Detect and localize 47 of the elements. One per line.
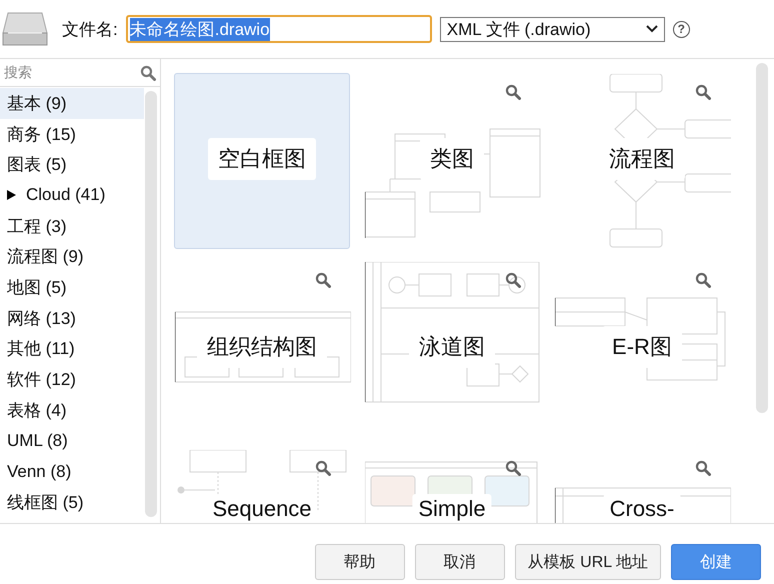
category-item[interactable]: 流程图 (9) bbox=[0, 241, 144, 272]
category-item[interactable]: Venn (8) bbox=[0, 456, 144, 487]
dialog-button[interactable]: 从模板 URL 地址 bbox=[514, 544, 661, 580]
template-tile[interactable]: 空白框图 bbox=[174, 73, 350, 249]
zoom-icon[interactable] bbox=[315, 460, 331, 476]
category-item[interactable]: 表格 (4) bbox=[0, 394, 144, 426]
template-tile[interactable]: 类图 bbox=[364, 73, 540, 249]
zoom-icon[interactable] bbox=[695, 272, 711, 288]
template-label: Simple bbox=[412, 494, 492, 522]
help-icon[interactable]: ? bbox=[672, 20, 690, 38]
template-tile[interactable]: 流程图 bbox=[554, 73, 730, 249]
format-dropdown[interactable]: XML 文件 (.drawio) bbox=[440, 16, 665, 42]
zoom-icon[interactable] bbox=[505, 272, 521, 288]
filename-label: 文件名: bbox=[62, 18, 118, 40]
template-tile[interactable]: 组织结构图 bbox=[174, 261, 350, 437]
category-item[interactable]: 工程 (3) bbox=[0, 210, 144, 242]
template-tile[interactable]: E-R图 bbox=[554, 261, 730, 437]
chevron-down-icon bbox=[646, 25, 658, 33]
search-icon[interactable] bbox=[140, 64, 156, 80]
expand-icon[interactable] bbox=[7, 190, 16, 200]
category-item[interactable]: 地图 (5) bbox=[0, 272, 144, 303]
category-item[interactable]: Cloud (41) bbox=[0, 180, 144, 211]
search-field[interactable]: 搜索 bbox=[0, 59, 160, 87]
zoom-icon[interactable] bbox=[695, 84, 711, 100]
template-label: E-R图 bbox=[602, 326, 682, 368]
dialog-button[interactable]: 帮助 bbox=[314, 544, 405, 580]
category-item[interactable]: 图表 (5) bbox=[0, 149, 144, 180]
template-label: 类图 bbox=[420, 138, 484, 180]
zoom-icon[interactable] bbox=[505, 460, 521, 476]
zoom-icon[interactable] bbox=[505, 84, 521, 100]
scrollbar[interactable] bbox=[145, 91, 157, 517]
zoom-icon[interactable] bbox=[695, 460, 711, 476]
scrollbar[interactable] bbox=[756, 63, 768, 413]
category-item[interactable]: 基本 (9) bbox=[0, 88, 144, 119]
template-label: 空白框图 bbox=[208, 138, 316, 180]
category-item[interactable]: UML (8) bbox=[0, 426, 144, 456]
category-item[interactable]: 线框图 (5) bbox=[0, 486, 144, 518]
category-item[interactable]: 商务 (15) bbox=[0, 118, 144, 150]
template-tile[interactable]: Simple bbox=[364, 449, 540, 523]
dialog-button[interactable]: 取消 bbox=[414, 544, 505, 580]
category-item[interactable]: 软件 (12) bbox=[0, 364, 144, 395]
template-tile[interactable]: 泳道图 bbox=[364, 261, 540, 437]
filename-field[interactable]: 未命名绘图.drawio bbox=[126, 15, 432, 43]
template-tile[interactable]: Sequence bbox=[174, 449, 350, 523]
category-item[interactable]: 其他 (11) bbox=[0, 334, 144, 364]
zoom-icon[interactable] bbox=[315, 272, 331, 288]
category-item[interactable]: 网络 (13) bbox=[0, 302, 144, 334]
